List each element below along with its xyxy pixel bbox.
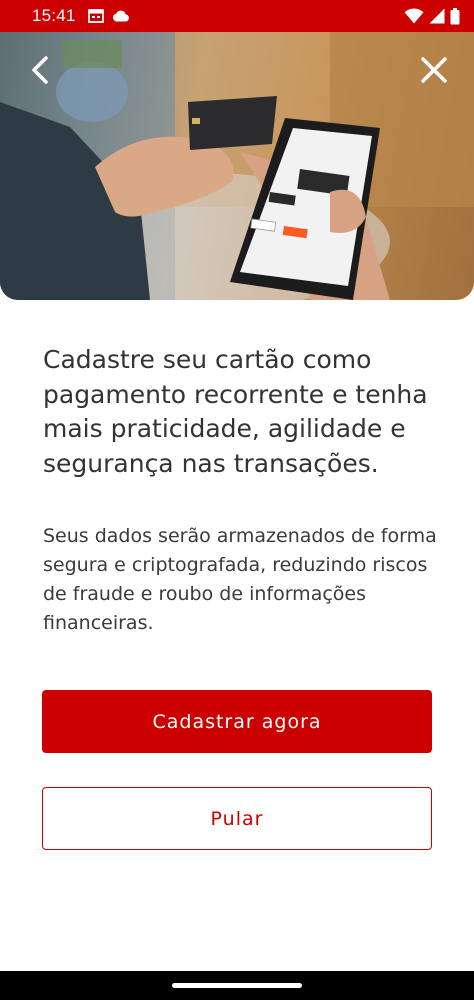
cloud-icon bbox=[112, 10, 130, 22]
status-time: 15:41 bbox=[32, 6, 76, 25]
status-left-icons bbox=[87, 9, 130, 23]
back-button[interactable] bbox=[22, 54, 58, 90]
register-now-button[interactable]: Cadastrar agora bbox=[42, 690, 432, 753]
chevron-left-icon bbox=[29, 55, 51, 89]
home-indicator[interactable] bbox=[172, 983, 302, 988]
hero-image bbox=[0, 32, 474, 300]
signal-icon bbox=[429, 8, 445, 24]
battery-icon bbox=[450, 7, 460, 25]
hero-photo bbox=[0, 32, 474, 300]
headline: Cadastre seu cartão como pagamento recor… bbox=[43, 345, 428, 478]
navigation-bar bbox=[0, 971, 474, 1000]
status-right-icons bbox=[404, 7, 460, 25]
close-icon bbox=[420, 56, 448, 88]
skip-button[interactable]: Pular bbox=[42, 787, 432, 850]
close-button[interactable] bbox=[416, 54, 452, 90]
calendar-icon bbox=[87, 9, 104, 23]
status-bar: 15:41 bbox=[0, 0, 474, 32]
description-text: Seus dados serão armazenados de forma se… bbox=[43, 525, 437, 634]
wifi-icon bbox=[404, 8, 424, 24]
